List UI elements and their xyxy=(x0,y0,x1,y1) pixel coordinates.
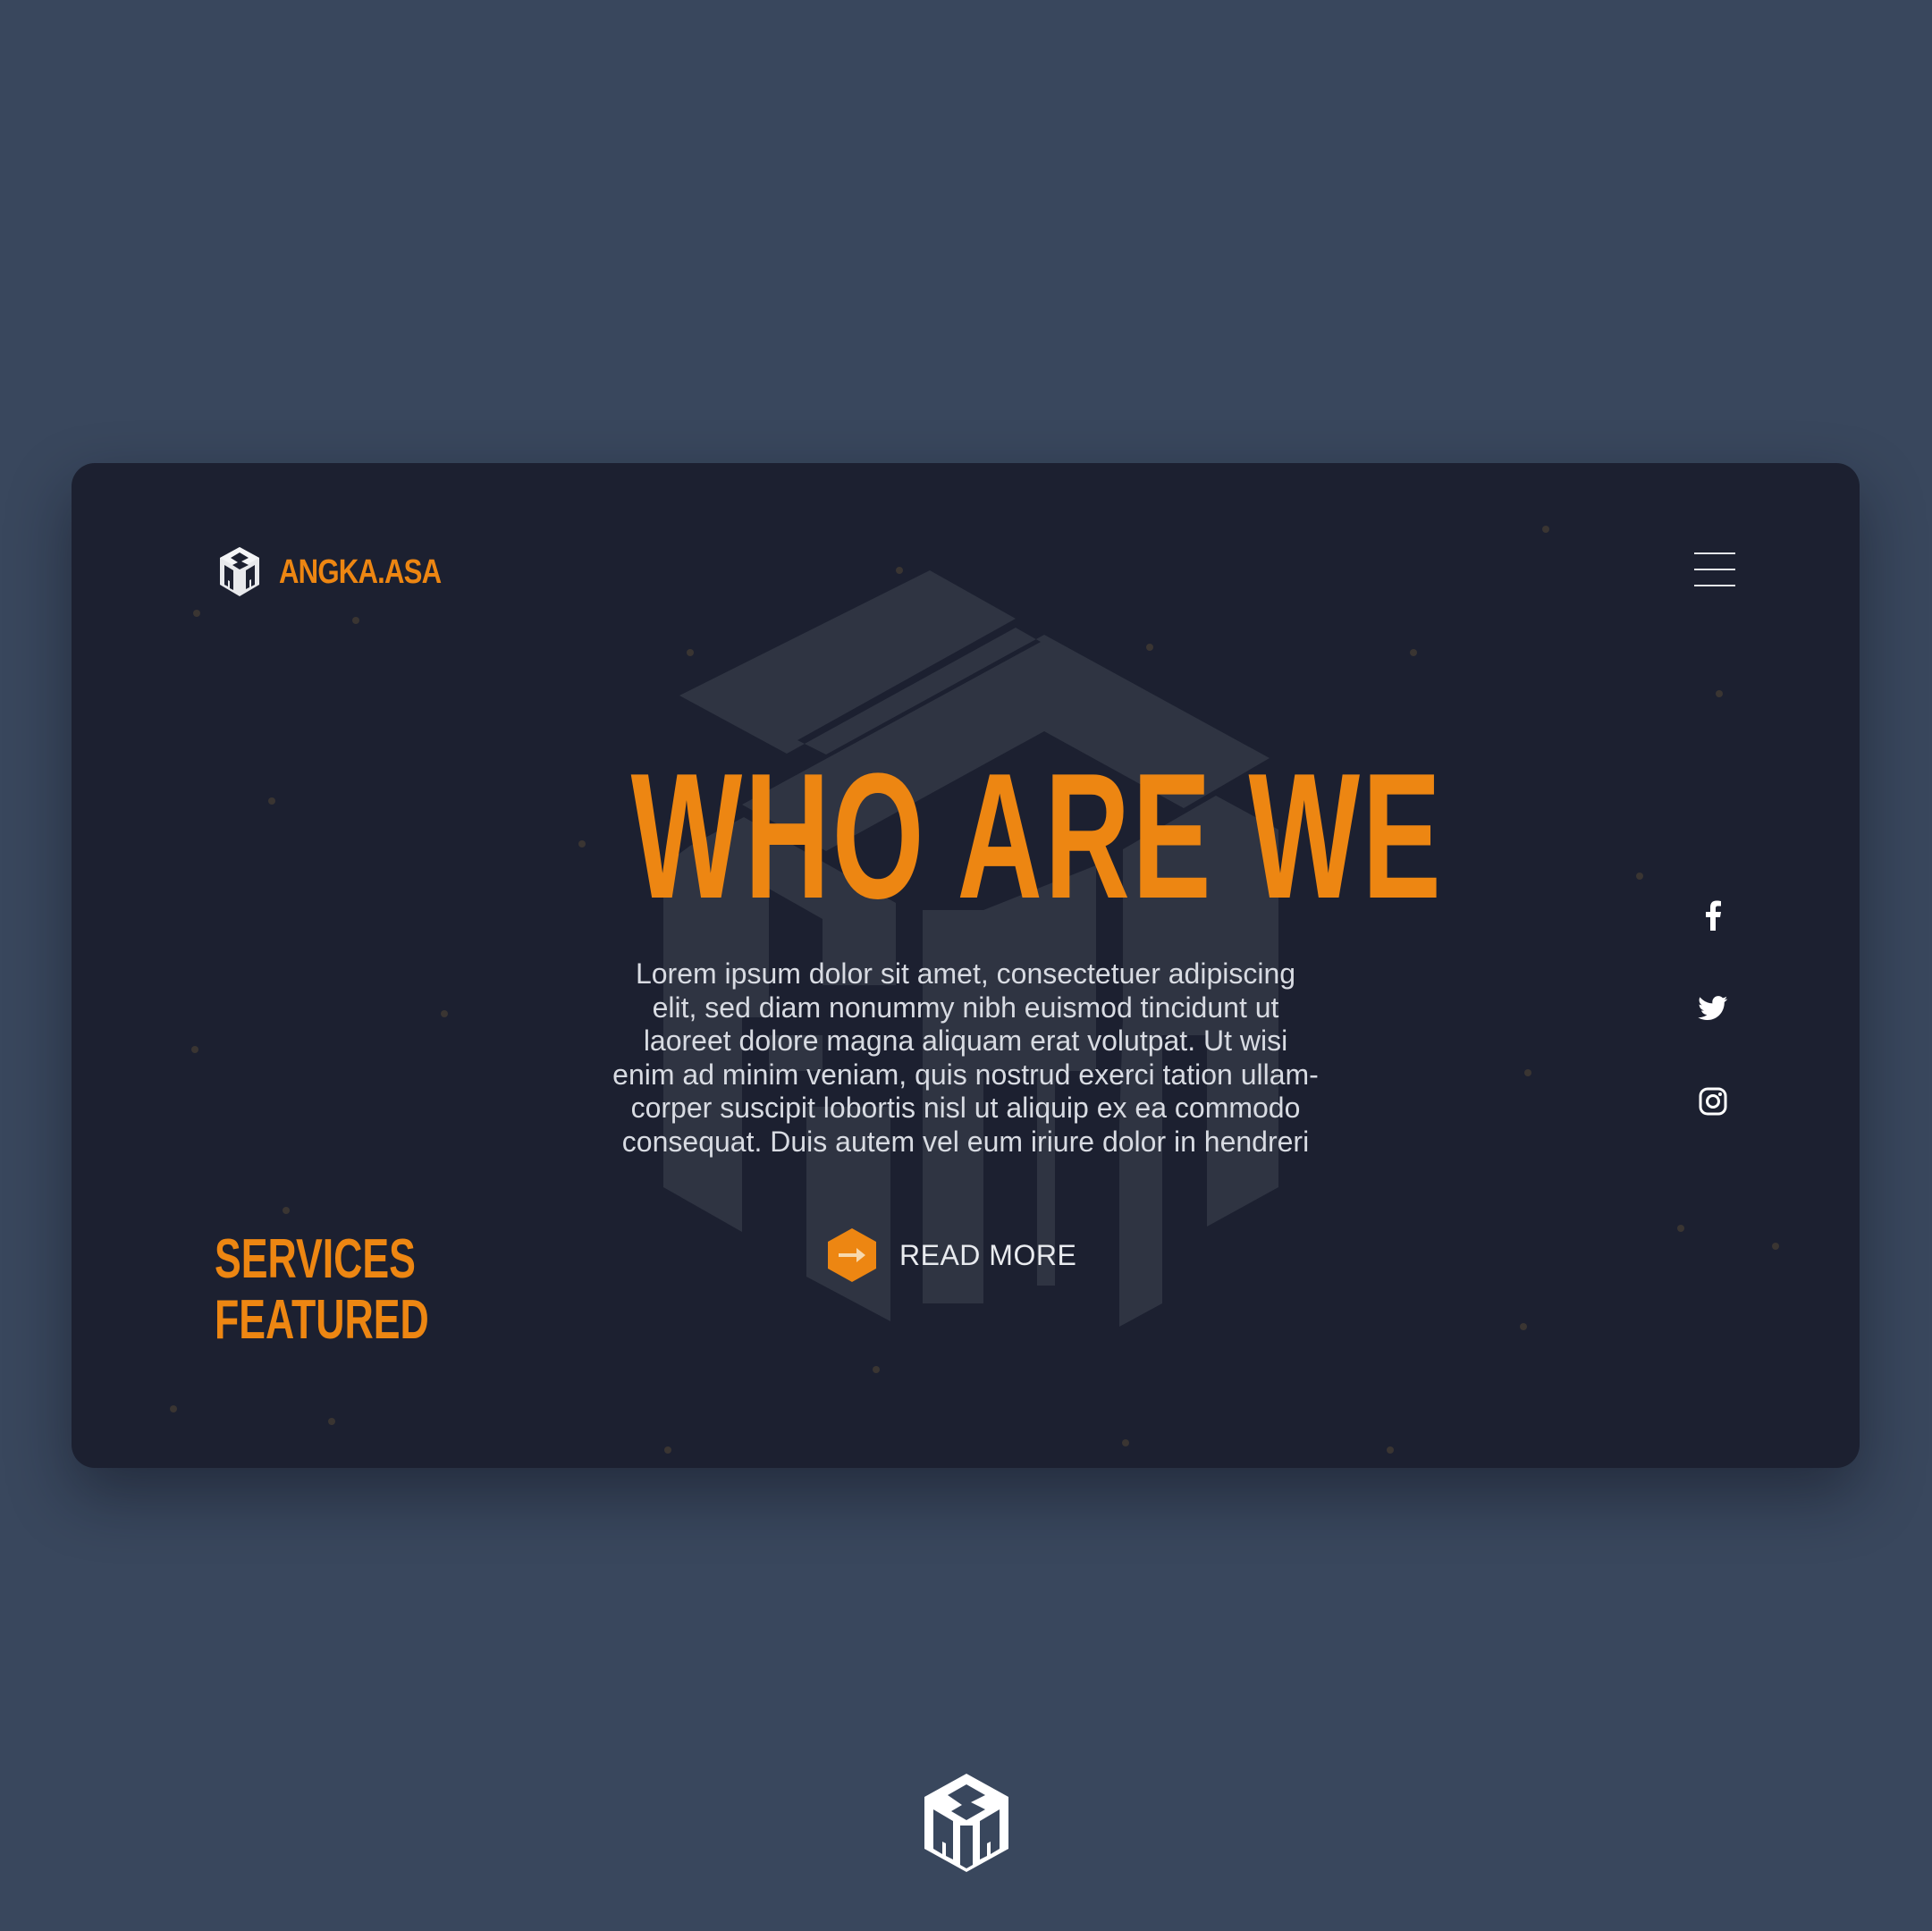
facebook-icon[interactable] xyxy=(1697,899,1729,932)
description-line: elit, sed diam nonummy nibh euismod tinc… xyxy=(652,991,1279,1024)
arrow-right-hexagon-icon xyxy=(828,1228,876,1282)
read-more-label: READ MORE xyxy=(899,1238,1077,1271)
description-line: enim ad minim veniam, quis nostrud exerc… xyxy=(612,1058,1319,1091)
description-line: Lorem ipsum dolor sit amet, consectetuer… xyxy=(635,957,1296,990)
hero-card: ANGKA.ASA WHO ARE WE Lorem ipsum dolor s… xyxy=(72,463,1860,1468)
twitter-icon[interactable] xyxy=(1697,992,1729,1025)
page-title: WHO ARE WE xyxy=(630,737,1444,936)
footer-cube-logo xyxy=(924,1774,1008,1872)
description-line: corper suscipit lobortis nisl ut aliquip… xyxy=(630,1092,1301,1124)
services-featured-link[interactable]: SERVICES FEATURED xyxy=(215,1229,429,1351)
brand-logo-link[interactable]: ANGKA.ASA xyxy=(215,545,477,599)
services-label: SERVICES xyxy=(215,1228,416,1290)
description-line: laoreet dolore magna aliquam erat volutp… xyxy=(643,1025,1288,1057)
featured-label: FEATURED xyxy=(215,1289,429,1351)
hamburger-menu-icon[interactable] xyxy=(1694,552,1735,586)
brand-name: ANGKA.ASA xyxy=(279,552,442,591)
read-more-button[interactable]: READ MORE xyxy=(826,1227,1076,1284)
description-line: consequat. Duis autem vel eum iriure dol… xyxy=(621,1125,1310,1158)
hero-description: Lorem ipsum dolor sit amet, consectetuer… xyxy=(595,957,1337,1159)
angka-asa-cube-icon xyxy=(220,547,259,596)
instagram-icon[interactable] xyxy=(1697,1085,1729,1117)
